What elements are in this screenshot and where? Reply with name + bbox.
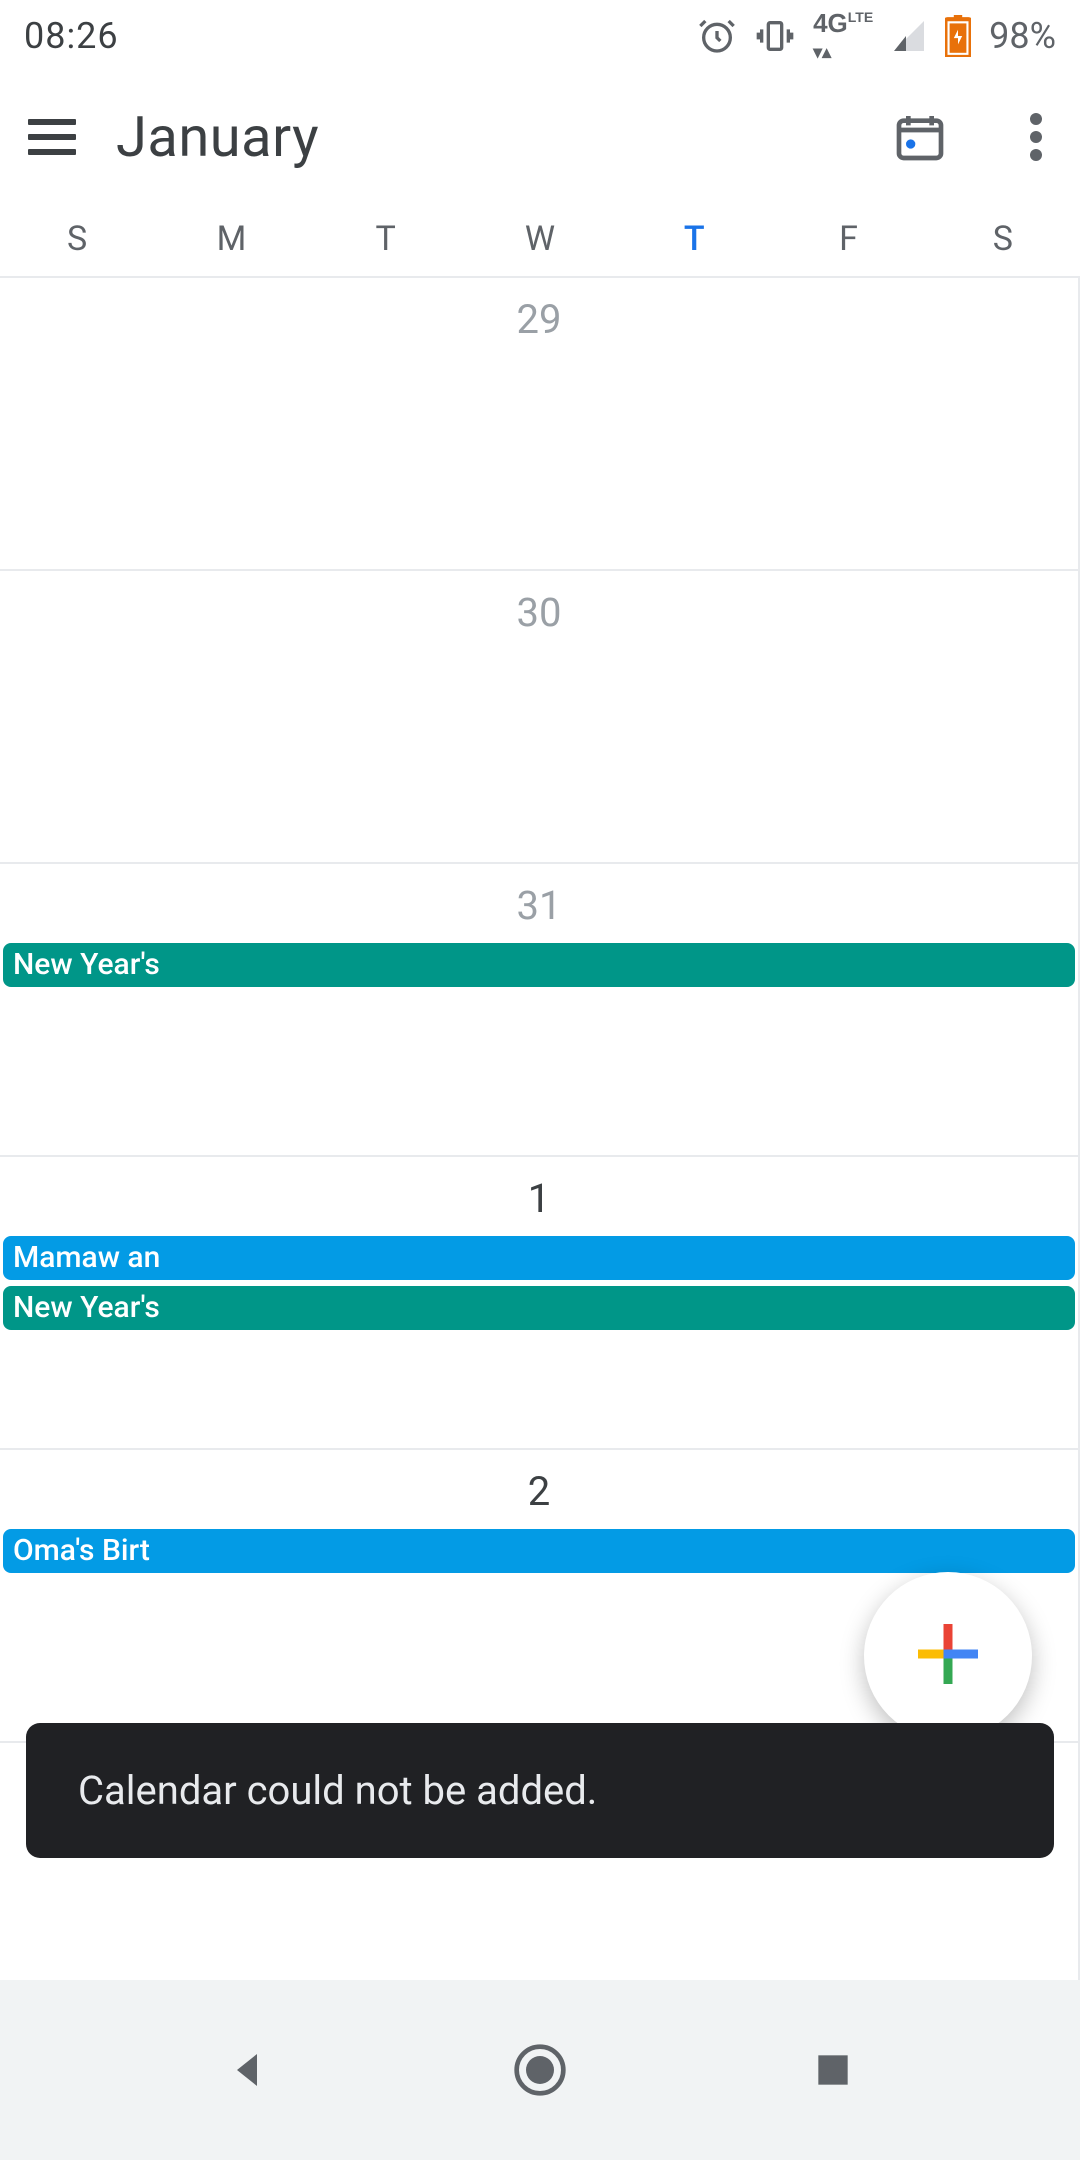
alarm-icon [697, 16, 737, 56]
signal-icon [891, 18, 927, 54]
event-chip[interactable]: Oma's Birt [3, 1529, 1075, 1573]
weekday-label: S [0, 202, 154, 276]
weekday-label: W [463, 202, 617, 276]
event-chip[interactable]: New Year's [3, 943, 1075, 987]
home-button[interactable] [510, 2040, 570, 2100]
battery-percentage: 98% [989, 15, 1056, 57]
weekday-label: S [926, 202, 1080, 276]
status-icons: 4GLTE▾▴ 98% [697, 10, 1056, 62]
create-event-fab[interactable] [864, 1572, 1032, 1740]
status-time: 08:26 [24, 15, 119, 57]
day-cell[interactable]: 1 Mamaw an New Year's [0, 1155, 1080, 1448]
weekday-label: M [154, 202, 308, 276]
app-header: January [0, 72, 1080, 202]
back-button[interactable] [217, 2040, 277, 2100]
vibrate-icon [755, 16, 795, 56]
battery-icon [945, 15, 971, 57]
snackbar: Calendar could not be added. [26, 1723, 1054, 1858]
status-bar: 08:26 4GLTE▾▴ 98% [0, 0, 1080, 72]
day-number: 31 [0, 882, 1078, 929]
event-chip[interactable]: Mamaw an [3, 1236, 1075, 1280]
overflow-menu-button[interactable] [1030, 113, 1042, 161]
weekday-header: SMTWTFS [0, 202, 1080, 276]
network-4g-icon: 4GLTE▾▴ [813, 10, 873, 62]
day-number: 2 [0, 1468, 1078, 1515]
day-number: 1 [0, 1175, 1078, 1222]
plus-icon [912, 1618, 984, 1694]
recents-button[interactable] [803, 2040, 863, 2100]
menu-button[interactable] [28, 119, 76, 155]
snackbar-message: Calendar could not be added. [78, 1767, 597, 1814]
system-nav-bar [0, 1980, 1080, 2160]
day-number: 29 [0, 296, 1078, 343]
day-cell[interactable]: 30 [0, 569, 1080, 862]
weekday-label: T [617, 202, 771, 276]
weekday-label: F [771, 202, 925, 276]
event-chip[interactable]: New Year's [3, 1286, 1075, 1330]
calendar-grid[interactable]: 29 30 31 New Year's 1 Mamaw an New Year's 2 Oma'… [0, 276, 1080, 2160]
day-cell[interactable]: 31 New Year's [0, 862, 1080, 1155]
month-dropdown[interactable]: January [116, 104, 852, 170]
day-number: 30 [0, 589, 1078, 636]
today-button[interactable] [892, 109, 948, 165]
day-cell[interactable]: 29 [0, 276, 1080, 569]
weekday-label: T [309, 202, 463, 276]
